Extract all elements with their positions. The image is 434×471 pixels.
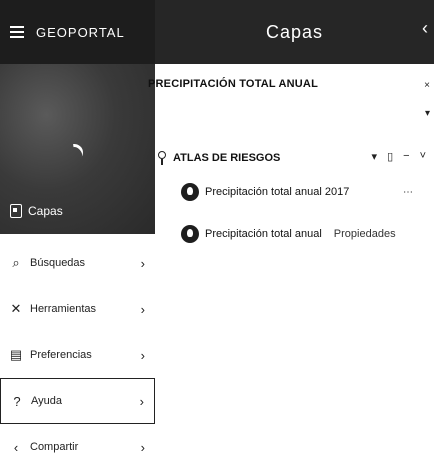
app-title: GEOPORTAL <box>36 24 125 40</box>
sidebar-item-label: Capas <box>28 204 63 218</box>
clipboard-icon: ▤ <box>9 347 23 362</box>
layer-group-row[interactable]: ATLAS DE RIESGOS ▾ ▯ − ˅ <box>155 148 434 168</box>
section-title: PRECIPITACIÓN TOTAL ANUAL <box>148 78 318 90</box>
sidebar-header: GEOPORTAL <box>0 0 155 64</box>
chevron-right-icon: › <box>139 393 144 409</box>
layer-item[interactable]: Precipitación total anual 2017 ⋯ <box>181 178 431 206</box>
sidebar-item-capas[interactable]: Capas <box>10 204 63 218</box>
tools-icon: ✕ <box>10 301 22 316</box>
group-tools: ▾ ▯ − ˅ <box>372 150 426 163</box>
minus-icon[interactable]: − <box>403 150 409 163</box>
sidebar-item-preferencias[interactable]: ▤ Preferencias › <box>0 332 155 378</box>
chevron-right-icon: › <box>140 347 145 363</box>
sidebar-item-compartir[interactable]: ‹ Compartir › <box>0 424 155 470</box>
sidebar-item-label: Preferencias <box>30 349 92 361</box>
checkbox-icon[interactable]: ▯ <box>387 150 393 163</box>
hamburger-menu-icon[interactable] <box>10 26 24 38</box>
close-icon[interactable]: × <box>424 80 430 91</box>
layers-panel: Capas ‹ PRECIPITACIÓN TOTAL ANUAL × ▾ AT… <box>148 0 434 471</box>
sidebar-item-label: Herramientas <box>30 303 97 315</box>
raindrop-icon <box>181 183 199 201</box>
sidebar-banner: Capas <box>0 64 155 234</box>
filter-icon[interactable]: ▾ <box>372 150 378 163</box>
properties-link[interactable]: Propiedades <box>334 228 396 240</box>
sidebar-item-herramientas[interactable]: ✕ Herramientas › <box>0 286 155 332</box>
layers-icon <box>10 204 22 218</box>
raindrop-icon <box>181 225 199 243</box>
share-icon: ‹ <box>13 439 19 455</box>
chevron-right-icon: › <box>140 255 145 271</box>
help-icon: ? <box>13 393 21 409</box>
sidebar-item-label: Búsquedas <box>30 257 86 269</box>
sidebar-item-busquedas[interactable]: ⌕ Búsquedas › <box>0 240 155 286</box>
group-label: ATLAS DE RIESGOS <box>173 152 281 164</box>
chevron-down-icon[interactable]: ˅ <box>420 150 426 163</box>
chevron-right-icon: › <box>140 439 145 455</box>
sidebar-item-label: Ayuda <box>31 395 62 407</box>
sidebar: GEOPORTAL Capas ⌕ Búsquedas › ✕ Herramie… <box>0 0 155 471</box>
loading-spinner-icon <box>62 140 87 165</box>
search-icon: ⌕ <box>12 255 20 270</box>
filter-icon[interactable]: ▾ <box>425 108 430 119</box>
panel-header: Capas ‹ <box>155 0 434 64</box>
more-options-icon[interactable]: ⋯ <box>403 187 413 198</box>
sidebar-item-label: Compartir <box>30 441 79 453</box>
chevron-left-icon[interactable]: ‹ <box>422 18 428 39</box>
sidebar-item-ayuda[interactable]: ? Ayuda › <box>0 378 155 424</box>
layer-label: Precipitación total anual <box>205 228 322 240</box>
panel-title: Capas <box>265 21 324 42</box>
chevron-right-icon: › <box>140 301 145 317</box>
layer-item[interactable]: Precipitación total anual Propiedades <box>181 220 431 248</box>
layer-label: Precipitación total anual 2017 <box>205 186 350 198</box>
sidebar-menu: ⌕ Búsquedas › ✕ Herramientas › ▤ Prefere… <box>0 240 155 470</box>
location-pin-icon <box>157 151 167 165</box>
